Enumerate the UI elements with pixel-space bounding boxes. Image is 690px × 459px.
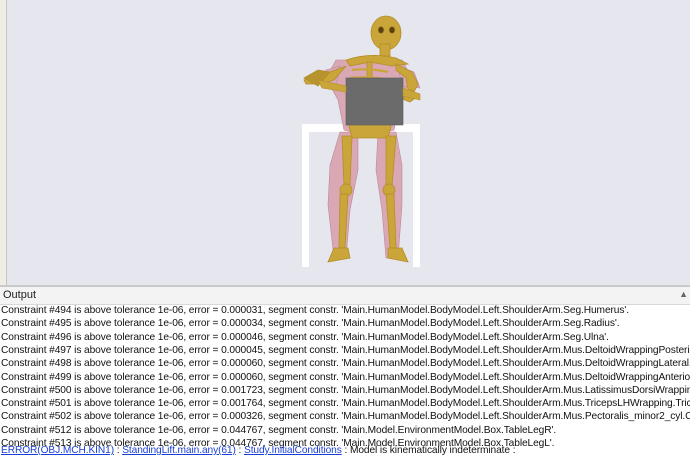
study-link[interactable]: Study.InitialConditions — [244, 445, 342, 456]
separator: : — [114, 445, 123, 456]
skeleton — [303, 15, 419, 263]
output-title: Output — [3, 289, 37, 301]
log-line: Constraint #512 is above tolerance 1e-06… — [1, 424, 557, 436]
error-line: ERROR(OBJ.MCH.KIN1) : StandingLift.main.… — [1, 445, 516, 456]
separator: : — [235, 445, 244, 456]
file-link[interactable]: StandingLift.main.any(61) — [122, 445, 236, 456]
log-line: Constraint #502 is above tolerance 1e-06… — [1, 411, 690, 423]
left-panel-edge[interactable] — [0, 0, 7, 285]
log-line: Constraint #496 is above tolerance 1e-06… — [1, 331, 609, 343]
lift-box — [345, 77, 404, 126]
log-line: Constraint #494 is above tolerance 1e-06… — [1, 305, 629, 316]
output-panel-header: Output ▲ — [0, 287, 690, 305]
log-line: Constraint #499 is above tolerance 1e-06… — [1, 371, 690, 383]
log-line: Constraint #497 is above tolerance 1e-06… — [1, 344, 690, 356]
log-line: Constraint #495 is above tolerance 1e-06… — [1, 318, 620, 330]
log-line: Constraint #500 is above tolerance 1e-06… — [1, 384, 690, 396]
output-log[interactable]: Constraint #494 is above tolerance 1e-06… — [0, 305, 690, 459]
error-message: : Model is kinematically indeterminate : — [341, 445, 516, 456]
log-line: Constraint #498 is above tolerance 1e-06… — [1, 358, 690, 370]
human-model-scene — [302, 15, 421, 267]
table-leg-right — [413, 124, 420, 267]
log-line: Constraint #501 is above tolerance 1e-06… — [1, 398, 690, 410]
scroll-up-icon[interactable]: ▲ — [679, 289, 688, 299]
table-leg-left — [302, 124, 309, 267]
3d-viewport[interactable] — [0, 0, 690, 285]
error-code-link[interactable]: ERROR(OBJ.MCH.KIN1) — [1, 445, 114, 456]
